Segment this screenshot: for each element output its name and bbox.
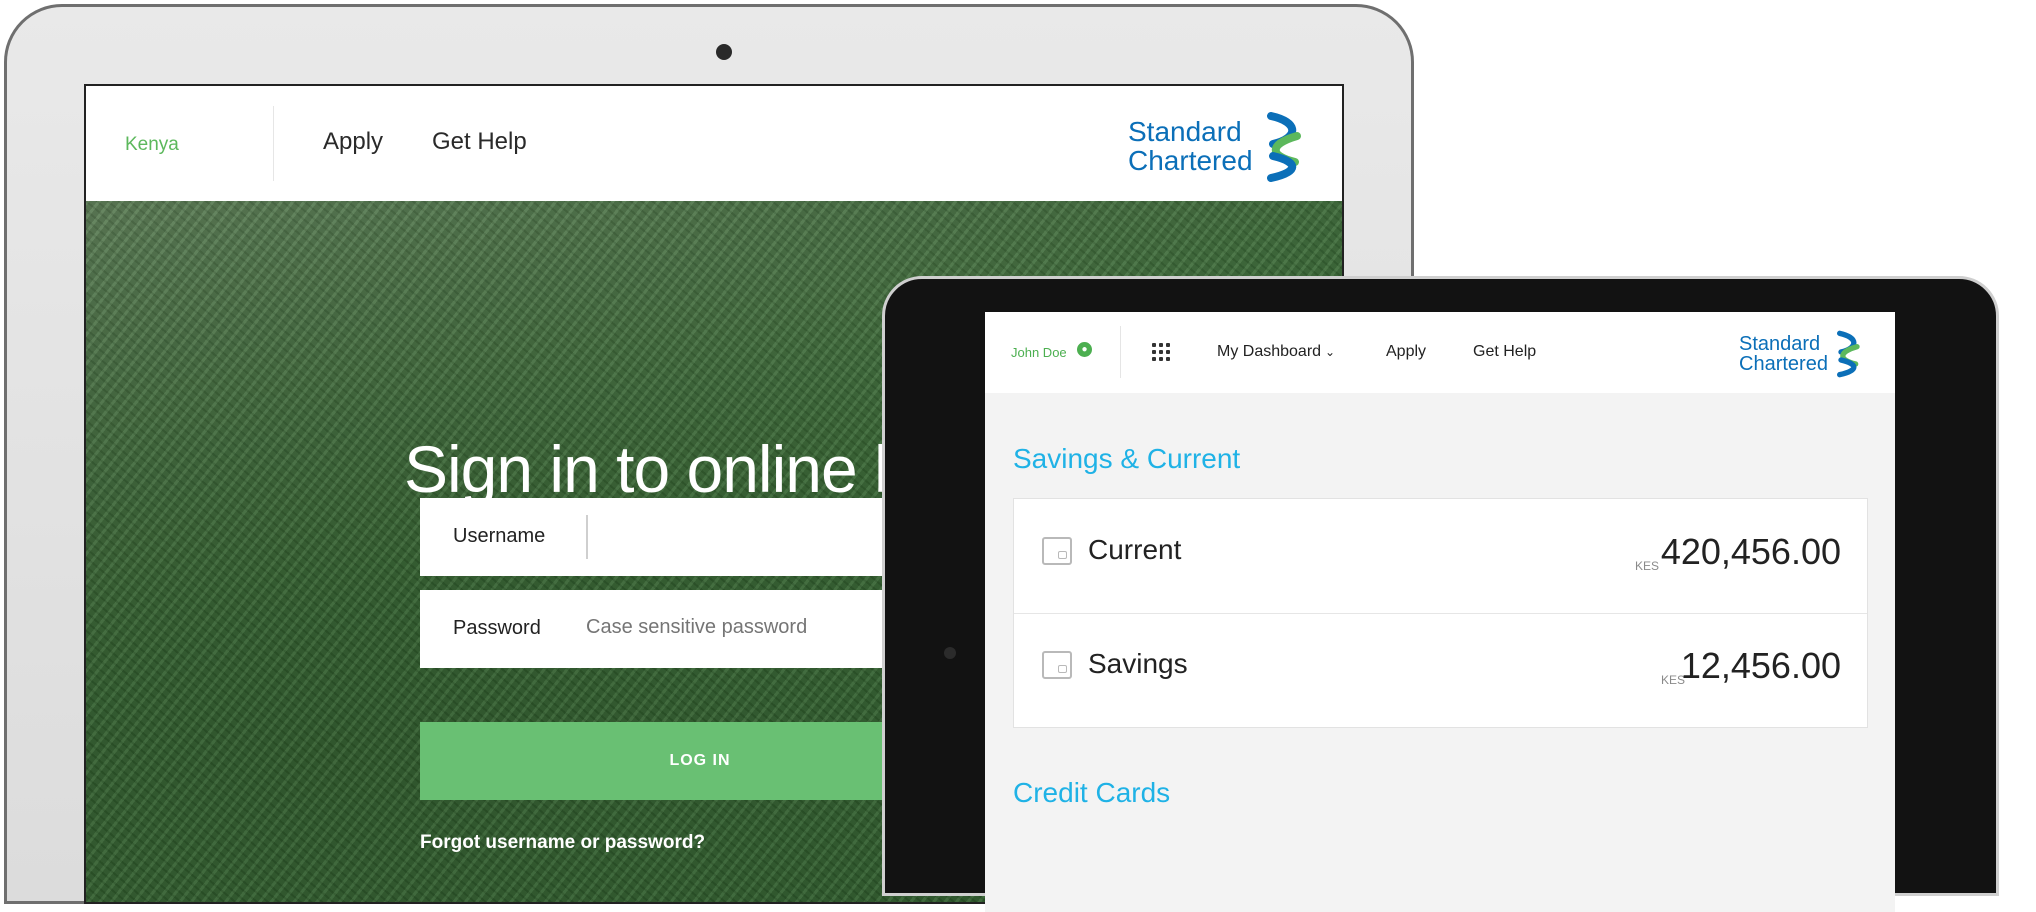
logo-line-1: Standard [1739, 332, 1821, 355]
username-label: Username [453, 525, 546, 547]
nav-link-get-help[interactable]: Get Help [432, 128, 527, 156]
nav-link-get-help[interactable]: Get Help [1473, 343, 1536, 361]
logo-text: Standard Chartered [1739, 332, 1828, 375]
tablet-screen: John Doe ● My Dashboard ⌄ Apply Get Help … [985, 312, 1895, 912]
app-grid-icon[interactable] [1152, 343, 1170, 361]
account-balance: 12,456.00 [1680, 645, 1841, 686]
country-selector[interactable]: Kenya [125, 134, 179, 156]
logo-line-2: Chartered [1739, 353, 1828, 375]
section-title-credit-cards: Credit Cards [1013, 777, 1171, 808]
sc-logo-mark [1836, 330, 1860, 378]
nav-link-my-dashboard[interactable]: My Dashboard ⌄ [1217, 343, 1335, 361]
wallet-icon [1042, 537, 1072, 565]
nav-link-apply[interactable]: Apply [323, 128, 383, 156]
nav-link-apply[interactable]: Apply [1386, 343, 1426, 361]
page-title: Sign in to online ba [404, 432, 946, 506]
dashboard-navigation: John Doe ● My Dashboard ⌄ Apply Get Help … [985, 312, 1895, 393]
standard-chartered-logo[interactable]: Standard Chartered [1739, 330, 1865, 378]
forgot-credentials-link[interactable]: Forgot username or password? [420, 832, 705, 854]
logo-line-2: Chartered [1128, 145, 1253, 176]
nav-divider [273, 106, 274, 181]
account-name: Current [1088, 534, 1182, 565]
accounts-list: Current KES 420,456.00 Savings KES 12,45… [1013, 498, 1868, 728]
account-row-savings[interactable]: Savings KES 12,456.00 [1014, 613, 1867, 727]
sc-logo-mark [1266, 112, 1301, 182]
user-circle-icon[interactable]: ● [1077, 342, 1092, 357]
account-balance: 420,456.00 [1660, 531, 1841, 572]
wallet-icon [1042, 651, 1072, 679]
standard-chartered-logo[interactable]: Standard Chartered [1128, 112, 1309, 182]
laptop-camera [716, 44, 732, 60]
account-row-current[interactable]: Current KES 420,456.00 [1014, 499, 1867, 614]
nav-divider [1120, 326, 1121, 378]
account-currency: KES [1634, 559, 1659, 573]
password-label: Password [453, 617, 541, 639]
user-name[interactable]: John Doe [1011, 345, 1067, 360]
logo-text: Standard Chartered [1128, 118, 1253, 175]
nav-link-my-dashboard-label: My Dashboard [1217, 343, 1322, 360]
top-navigation: Kenya Apply Get Help Standard Chartered [86, 86, 1342, 201]
chevron-down-icon: ⌄ [1325, 345, 1336, 359]
section-title-savings-current: Savings & Current [1013, 443, 1241, 474]
account-name: Savings [1088, 648, 1188, 679]
tablet-camera [944, 647, 956, 659]
tablet-device: John Doe ● My Dashboard ⌄ Apply Get Help … [882, 276, 1999, 912]
logo-line-1: Standard [1128, 116, 1242, 148]
